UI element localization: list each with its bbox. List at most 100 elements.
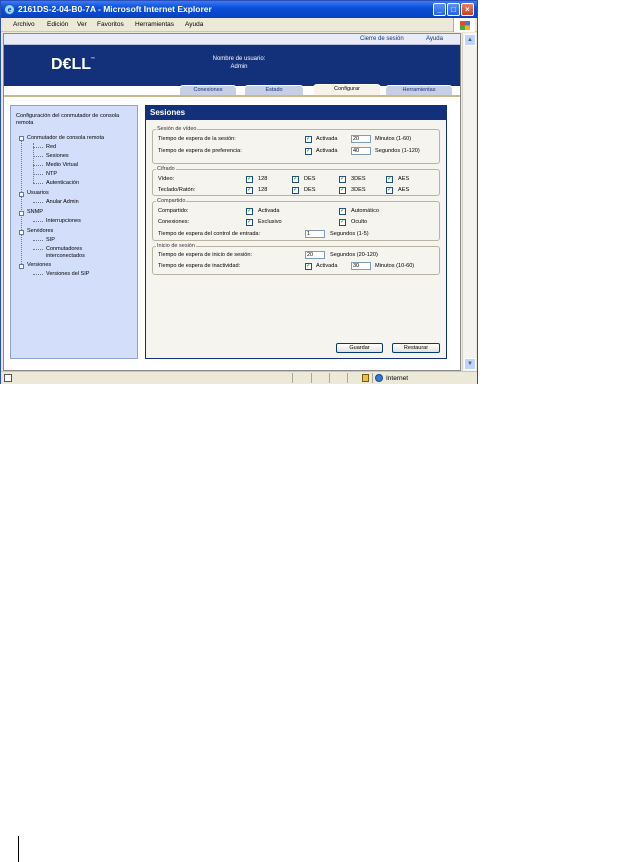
kbd-128-checkbox[interactable]: ✓ (246, 187, 253, 194)
keyboard-encryption-label: Teclado/Ratón: (158, 187, 196, 193)
expand-icon[interactable] (19, 230, 24, 235)
sharing-legend: Compartido (156, 198, 187, 204)
sharing-auto-checkbox[interactable]: ✓ (339, 208, 346, 215)
preference-timeout-input[interactable]: 40 (351, 147, 371, 155)
login-timeout-label: Tiempo de espera de inicio de sesión: (158, 252, 253, 258)
connections-hidden-label: Oculto (351, 219, 368, 225)
sidebar: Configuración del conmutador de consola … (10, 105, 138, 359)
kbd-128-label: 128 (258, 187, 268, 193)
menu-ayuda[interactable]: Ayuda (185, 21, 203, 28)
status-bar: Internet (1, 371, 477, 384)
sidebar-item-usuarios[interactable]: Usuarios (27, 190, 49, 196)
sidebar-item-anular-admin[interactable]: Anular Admin (46, 199, 79, 205)
idle-timeout-label: Tiempo de espera de inactividad: (158, 263, 241, 269)
preference-timeout-check-label: Activada (316, 148, 338, 154)
input-control-timeout-label: Tiempo de espera del control de entrada: (158, 231, 261, 237)
preference-timeout-checkbox[interactable]: ✓ (305, 148, 312, 155)
sidebar-item-sip[interactable]: SIP (46, 237, 55, 243)
menu-bar: Archivo Edición Ver Favoritos Herramient… (1, 18, 477, 32)
expand-icon[interactable] (19, 264, 24, 269)
maximize-button[interactable]: □ (447, 3, 460, 16)
page-content: Cierre de sesión Ayuda D€LL™ Nombre de u… (3, 33, 461, 371)
idle-timeout-checkbox[interactable]: ✓ (305, 263, 312, 270)
help-link[interactable]: Ayuda (426, 36, 443, 42)
expand-icon[interactable] (19, 211, 24, 216)
scroll-up-icon[interactable]: ▲ (464, 34, 476, 46)
sidebar-item-autenticacion[interactable]: Autenticación (46, 180, 79, 186)
sharing-active-checkbox[interactable]: ✓ (246, 208, 253, 215)
session-timeout-check-label: Activada (316, 136, 338, 142)
video-128-label: 128 (258, 176, 268, 182)
internet-zone-icon (375, 374, 383, 382)
expand-icon[interactable] (19, 192, 24, 197)
sidebar-item-versiones-sip[interactable]: Versiones del SIP (46, 271, 89, 277)
input-control-timeout-input[interactable]: 1 (305, 230, 325, 238)
username-value: Admin (230, 64, 248, 70)
kbd-aes-checkbox[interactable]: ✓ (386, 187, 393, 194)
video-session-legend: Sesión de vídeo (156, 126, 198, 132)
preference-timeout-label: Tiempo de espera de preferencia: (158, 148, 242, 154)
dell-logo: D€LL™ (51, 56, 95, 73)
sidebar-item-sesiones[interactable]: Sesiones (46, 153, 69, 159)
sidebar-item-servidores[interactable]: Servidores (27, 228, 53, 234)
lock-icon (362, 374, 369, 382)
sidebar-item-versiones[interactable]: Versiones (27, 262, 51, 268)
kbd-aes-label: AES (398, 187, 410, 193)
idle-timeout-input[interactable]: 30 (351, 262, 371, 270)
encryption-legend: Cifrado (156, 166, 176, 172)
title-bar: e 2161DS-2-04-B0-7A - Microsoft Internet… (1, 1, 477, 18)
login-timeout-input[interactable]: 20 (305, 251, 325, 259)
sidebar-item-medio-virtual[interactable]: Medio Virtual (46, 162, 78, 168)
video-des-label: DES (304, 176, 316, 182)
video-aes-checkbox[interactable]: ✓ (386, 176, 393, 183)
tab-configurar[interactable]: Configurar (313, 84, 381, 95)
restore-button[interactable]: Restaurar (392, 343, 440, 353)
kbd-des-label: DES (304, 187, 316, 193)
connections-exclusive-checkbox[interactable]: ✓ (246, 219, 253, 226)
windows-flag-icon (453, 18, 475, 32)
scroll-down-icon[interactable]: ▼ (464, 358, 476, 370)
video-session-group (152, 129, 440, 164)
vertical-scrollbar[interactable]: ▲ ▼ (462, 33, 476, 371)
video-128-checkbox[interactable]: ✓ (246, 176, 253, 183)
connections-hidden-checkbox[interactable]: ✓ (339, 219, 346, 226)
page-header: Cierre de sesión Ayuda D€LL™ Nombre de u… (4, 34, 460, 86)
video-aes-label: AES (398, 176, 410, 182)
sidebar-item-ntp[interactable]: NTP (46, 171, 57, 177)
sidebar-item-conmutadores[interactable]: Conmutadores (46, 246, 82, 252)
video-3des-checkbox[interactable]: ✓ (339, 176, 346, 183)
menu-herramientas[interactable]: Herramientas (135, 21, 174, 28)
username-label: Nombre de usuario: (212, 56, 266, 62)
sidebar-item-conmutador[interactable]: Conmutador de consola remota (27, 135, 104, 141)
close-button[interactable]: × (461, 3, 474, 16)
login-group (152, 246, 440, 275)
menu-favoritos[interactable]: Favoritos (97, 21, 124, 28)
kbd-des-checkbox[interactable]: ✓ (292, 187, 299, 194)
sidebar-item-interrupciones[interactable]: Interrupciones (46, 218, 81, 224)
sidebar-item-conmutadores-2[interactable]: interconectados (46, 253, 85, 259)
logout-link[interactable]: Cierre de sesión (360, 36, 404, 42)
sessions-panel: Sesiones Sesión de vídeo Tiempo de esper… (145, 105, 447, 359)
expand-icon[interactable] (19, 136, 24, 141)
video-encryption-label: Vídeo: (158, 176, 175, 182)
minimize-button[interactable]: _ (433, 3, 446, 16)
idle-timeout-check-label: Activada (316, 263, 338, 269)
top-links-bar: Cierre de sesión Ayuda (4, 34, 460, 45)
sharing-active-label: Activada (258, 208, 280, 214)
menu-ver[interactable]: Ver (77, 21, 87, 28)
sidebar-heading: Configuración del conmutador de consola … (16, 113, 120, 126)
tab-conexiones[interactable]: Conexiones (179, 85, 237, 95)
session-timeout-input[interactable]: 20 (351, 135, 371, 143)
sidebar-item-red[interactable]: Red (46, 144, 56, 150)
tab-estado[interactable]: Estado (244, 85, 304, 95)
menu-edicion[interactable]: Edición (47, 21, 68, 28)
menu-archivo[interactable]: Archivo (13, 21, 35, 28)
tab-herramientas[interactable]: Herramientas (385, 85, 453, 95)
sidebar-item-snmp[interactable]: SNMP (27, 209, 43, 215)
save-button[interactable]: Guardar (336, 343, 383, 353)
kbd-3des-checkbox[interactable]: ✓ (339, 187, 346, 194)
video-des-checkbox[interactable]: ✓ (292, 176, 299, 183)
session-timeout-checkbox[interactable]: ✓ (305, 136, 312, 143)
login-legend: Inicio de sesión (156, 243, 196, 249)
connections-exclusive-label: Exclusivo (258, 219, 282, 225)
